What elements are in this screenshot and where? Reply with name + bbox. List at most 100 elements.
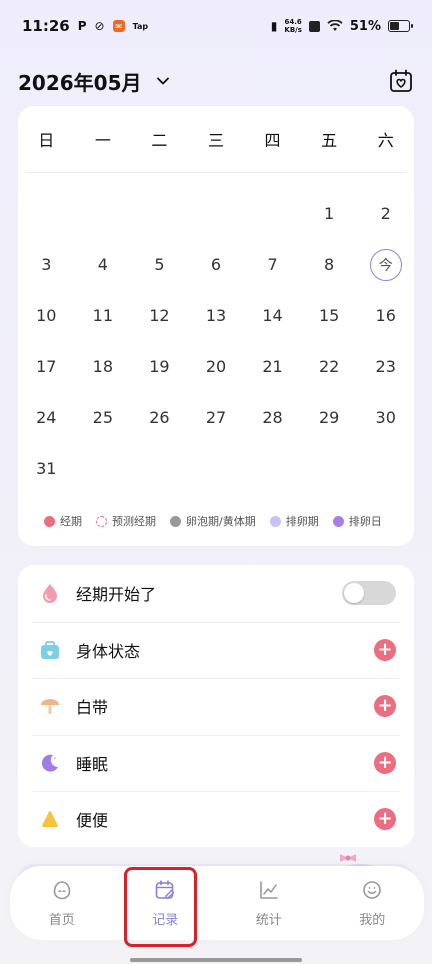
day-cell[interactable]: 3 (18, 239, 75, 290)
calendar-card: 日一二三四五六 1 2 3 4 5 6 7 8 今 10 11 12 13 14 15 16 17 18 19 20 2… (18, 106, 414, 546)
record-label: 身体状态 (76, 641, 141, 661)
net-speed-unit: KB/s (284, 26, 302, 34)
peach-drop-icon (38, 581, 62, 605)
add-record-button[interactable]: + (374, 808, 396, 830)
day-cell[interactable]: 22 (301, 341, 358, 392)
calendar-legend: 经期 预测经期 卵泡期/黄体期 排卵期 排卵日 (44, 511, 414, 531)
legend-label: 卵泡期/黄体期 (186, 515, 256, 528)
record-card: 经期开始了 身体状态 + 白带 + 睡眠 + 便便 + (18, 565, 414, 847)
day-cell[interactable]: 30 (357, 392, 414, 443)
day-cell[interactable]: 1 (301, 188, 358, 239)
record-label: 白带 (76, 698, 109, 717)
day-cell[interactable]: 4 (75, 239, 132, 290)
chart-icon (258, 879, 280, 901)
nav-item-3[interactable]: 我的 (321, 866, 425, 940)
record-row: 身体状态 + (18, 622, 414, 678)
nfc-icon (308, 20, 320, 32)
record-label: 便便 (76, 811, 109, 830)
toggle-knob (344, 583, 364, 603)
day-cell[interactable]: 10 (18, 290, 75, 341)
month-title: 2026年05月 (18, 70, 142, 95)
legend-dot-icon (332, 515, 344, 527)
day-cell-today[interactable]: 今 (357, 239, 414, 290)
legend-label: 排卵期 (285, 515, 319, 528)
day-cell[interactable]: 31 (18, 443, 75, 494)
day-cell[interactable]: 28 (244, 392, 301, 443)
nav-label: 统计 (255, 912, 282, 928)
day-cell[interactable]: 26 (131, 392, 188, 443)
status-bar: 11:26 P ⊘ ✉ Tap ▮ 64.6 KB/s 51% (0, 0, 432, 52)
day-cell[interactable]: 21 (244, 341, 301, 392)
legend-dot-icon (44, 515, 55, 527)
weekday-label: 五 (321, 131, 338, 150)
day-cell[interactable]: 14 (244, 290, 301, 341)
heart-bag-icon (38, 638, 62, 662)
day-cell[interactable]: 15 (301, 290, 358, 341)
nav-label: 首页 (48, 912, 75, 928)
weekday-label: 三 (207, 131, 224, 150)
day-cell[interactable]: 6 (188, 239, 245, 290)
battery-text: 51% (349, 18, 381, 34)
record-row: 便便 + (18, 791, 414, 847)
weekday-label: 日 (38, 131, 55, 150)
calendar-heart-icon[interactable] (388, 68, 414, 94)
home-indicator[interactable] (130, 958, 302, 962)
day-cell[interactable]: 2 (357, 188, 414, 239)
add-record-button[interactable]: + (374, 695, 396, 717)
day-cell[interactable]: 24 (18, 392, 75, 443)
legend-dot-icon (269, 515, 281, 527)
record-row: 白带 + (18, 678, 414, 734)
day-cell[interactable]: 27 (188, 392, 245, 443)
day-cell[interactable]: 18 (75, 341, 132, 392)
status-time: 11:26 (22, 17, 70, 35)
day-cell[interactable]: 12 (131, 290, 188, 341)
battery-icon (388, 20, 413, 32)
orange-app-icon: ✉ (112, 20, 125, 32)
mushroom-icon (38, 694, 62, 718)
nav-highlight-box (124, 867, 197, 947)
tap-app-icon: Tap (132, 21, 149, 31)
vibrate-icon: ▮ (270, 19, 278, 33)
legend-label: 经期 (60, 515, 82, 528)
day-cell[interactable]: 13 (188, 290, 245, 341)
day-cell[interactable]: 8 (301, 239, 358, 290)
day-cell[interactable]: 7 (244, 239, 301, 290)
record-row: 经期开始了 (18, 565, 414, 621)
legend-dot-icon (170, 515, 181, 527)
day-cell[interactable]: 11 (75, 290, 132, 341)
day-cell[interactable]: 17 (18, 341, 75, 392)
net-speed-value: 64.6 (284, 18, 302, 26)
chevron-down-icon (156, 77, 169, 85)
day-cell[interactable]: 20 (188, 341, 245, 392)
day-cell[interactable]: 16 (357, 290, 414, 341)
day-cell[interactable]: 5 (131, 239, 188, 290)
period-start-toggle[interactable] (342, 581, 396, 605)
net-speed: 64.6 KB/s (284, 18, 301, 34)
month-selector[interactable]: 2026年05月 (18, 67, 170, 96)
day-empty (244, 188, 301, 239)
moon-icon (38, 751, 62, 775)
legend-label: 预测经期 (112, 515, 156, 528)
legend-label: 排卵日 (348, 515, 382, 528)
day-cell[interactable]: 25 (75, 392, 132, 443)
header: 2026年05月 (18, 62, 414, 100)
nav-item-2[interactable]: 统计 (217, 866, 321, 940)
add-record-button[interactable]: + (374, 751, 396, 774)
day-cell[interactable]: 29 (301, 392, 358, 443)
legend-item: 经期 (44, 513, 82, 529)
status-left: 11:26 P ⊘ ✉ Tap (22, 17, 148, 35)
add-record-button[interactable]: + (374, 638, 396, 661)
day-cell[interactable]: 23 (357, 341, 414, 392)
today-marker: 今 (369, 248, 402, 281)
day-cell[interactable]: 19 (131, 341, 188, 392)
day-empty (131, 188, 188, 239)
nav-label: 我的 (359, 912, 386, 928)
day-empty (188, 188, 245, 239)
nav-item-0[interactable]: 首页 (10, 866, 114, 940)
record-row: 睡眠 + (18, 735, 414, 791)
record-label: 经期开始了 (76, 585, 157, 604)
weekday-divider (26, 172, 406, 173)
legend-item: 排卵期 (269, 513, 319, 529)
p-app-icon: P (77, 19, 87, 33)
weekday-row: 日一二三四五六 (18, 106, 414, 172)
